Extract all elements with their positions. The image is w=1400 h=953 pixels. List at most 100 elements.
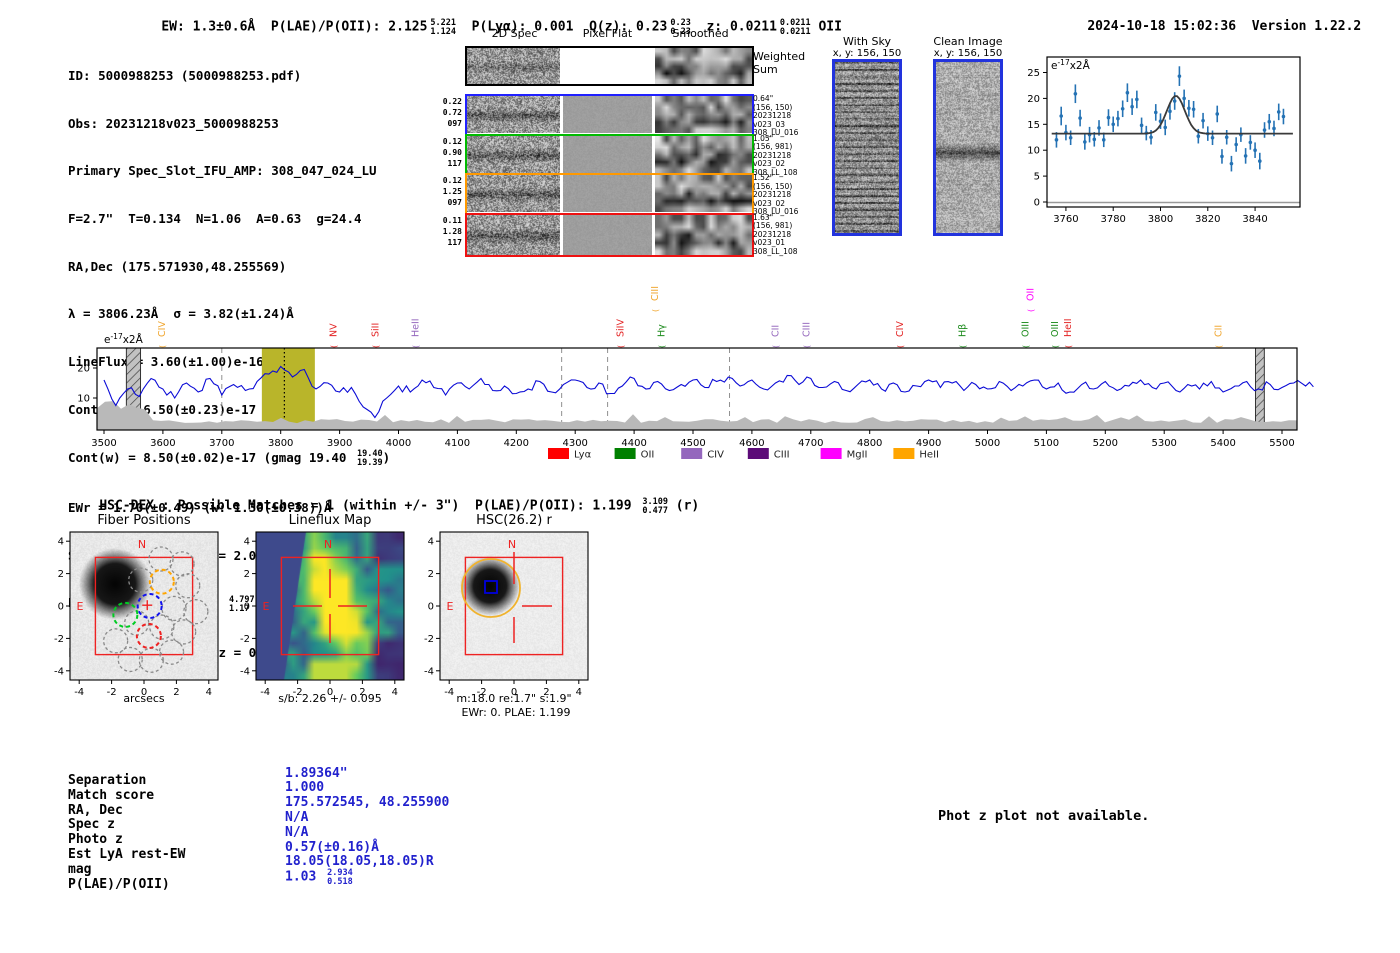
zoom-data-point [1248, 140, 1253, 145]
spec2d-pixelflat-panel [563, 135, 652, 173]
zoom-xtick-label: 3780 [1100, 214, 1125, 225]
line-label-bracket: ( [1026, 309, 1035, 312]
zoom-data-point [1106, 115, 1111, 120]
spec2d-pixelflat-panel [563, 96, 652, 133]
legend-swatch-heii [893, 448, 915, 459]
legend-label-lyα: Lyα [574, 450, 592, 461]
zoom-data-point [1172, 99, 1177, 103]
line-label-ciii: CIII [650, 286, 661, 301]
line-label-oii: OII [1025, 288, 1036, 301]
zoom-data-point [1229, 161, 1234, 166]
obs-line: Obs: 20231218v023_5000988253 [68, 115, 279, 131]
spec2d-row-left-label: 0.12 0.90 117 [442, 136, 462, 168]
zoom-data-point [1243, 154, 1248, 158]
zoom-ytick-label: 5 [1034, 172, 1040, 183]
spec2d-2dspec-panel [467, 175, 560, 212]
spec2d-smoothed-panel [655, 214, 752, 255]
spectrum-xtick-label: 4700 [798, 438, 823, 449]
zoom-data-point [1073, 91, 1078, 96]
lineflux-line: LineFlux = 3.60(±1.00)e-16 [68, 354, 264, 370]
spectrum-xtick-label: 4800 [857, 438, 882, 449]
cutout-xlabel2-2: EWr: 0. PLAE: 1.199 [461, 706, 570, 719]
spec2d-row-1 [465, 94, 754, 136]
spec2d-row-right-label: 1.05" (156, 981) 20231218 v023_02 308_LL_108 [753, 133, 798, 177]
fiber-positions-image [70, 532, 218, 680]
elixer-report: EW: 1.3±0.6Å P(LAE)/P(OII): 2.125 5.221 1.… [0, 0, 1400, 953]
zoom-xtick-label: 3840 [1242, 214, 1267, 225]
cutout-ytick: 0 [428, 602, 434, 613]
line-label-bracket: ( [959, 345, 968, 348]
spec2d-row-right-label: 1.52" (156, 150) 20231218 v023_02 308_LU_016 [753, 173, 799, 217]
spec2d-row-right-label: 0.64" (156, 150) 20231218 v023_03 308_LU_016 [753, 94, 799, 138]
cutout-ytick: -4 [54, 666, 64, 677]
zoom-ytick-label: 0 [1034, 198, 1040, 209]
hsc-match-header: HSC-DEX : Possible Matches = 1 (within +… [99, 497, 700, 516]
cutout-ytick: 2 [58, 569, 64, 580]
cutout-xtick: 2 [543, 687, 549, 698]
line-label-heii: HeII [410, 318, 421, 337]
match-row-label: RA, Dec [68, 802, 123, 818]
stamp-title-0: With Sky [843, 35, 891, 48]
line-label-bracket: ( [1064, 345, 1073, 348]
legend-swatch-ciii [747, 448, 769, 459]
contw-line: Cont(w) = 8.50(±0.02)e-17 (gmag 19.40 19… [68, 449, 391, 469]
spec2d-pixelflat-panel [563, 48, 652, 84]
legend-swatch-mgii [820, 448, 842, 459]
zoom-data-point [1215, 112, 1220, 116]
cutout-ytick: -2 [54, 634, 64, 645]
line-label-oiii: OIII [1050, 321, 1061, 337]
match-row-label: P(LAE)/P(OII) [68, 876, 170, 892]
zoom-gaussian-fit [1051, 95, 1293, 135]
cutout-ytick: -2 [424, 634, 434, 645]
match-row-label: Photo z [68, 832, 123, 848]
zoom-data-point [1135, 97, 1139, 102]
cutout-ytick: 4 [58, 537, 64, 548]
spec2d-smoothed-panel [655, 135, 752, 173]
spectrum-xtick-label: 5500 [1269, 438, 1294, 449]
line-label-cii: CII [770, 325, 781, 337]
zoom-data-point [1220, 154, 1224, 159]
spec2d-row-left-label: 0.11 1.28 117 [442, 215, 462, 247]
stamp-coords-1: x, y: 156, 150 [933, 48, 1003, 59]
timestamp: 2024-10-18 15:02:36 [1087, 19, 1237, 34]
spec2d-row-left-label: 0.12 1.25 097 [442, 176, 462, 207]
match-row-value: 18.05(18.05,18.05)R [285, 854, 434, 870]
spec2d-pixelflat-panel [563, 175, 652, 212]
zoom-data-point [1144, 131, 1149, 135]
zoom-data-point [1239, 132, 1243, 137]
spectrum-xtick-label: 5400 [1210, 438, 1235, 449]
stamp-image-0 [832, 59, 902, 236]
legend-label-heii: HeII [919, 450, 939, 461]
line-label-bracket: ( [1051, 345, 1060, 348]
match-row-value: 1.89364" [285, 765, 348, 781]
zoom-data-point [1158, 119, 1163, 123]
zoom-data-point [1281, 114, 1286, 119]
match-row-label: Est LyA rest-EW [68, 847, 186, 862]
line-label-siiv: SiIV [615, 319, 626, 337]
line-label-cii: CII [1213, 325, 1224, 337]
zoom-data-point [1196, 134, 1201, 139]
spec2d-weighted-sum-label: Weighted Sum [753, 50, 806, 76]
spec2d-2dspec-panel [467, 135, 560, 173]
line-label-bracket: ( [658, 345, 667, 348]
zoom-data-point [1125, 90, 1130, 95]
cutout-xtick: -4 [444, 687, 454, 698]
ew-value: EW: 1.3±0.6Å [161, 19, 256, 35]
zoom-data-point [1205, 131, 1210, 136]
line-label-ciii: CIII [802, 322, 813, 337]
stamp-image-1 [933, 59, 1003, 236]
spec2d-smoothed-panel [655, 175, 752, 212]
match-row-value: 175.572545, 48.255900 [285, 795, 450, 811]
zoom-data-point [1083, 140, 1087, 144]
zoom-data-point [1163, 125, 1168, 130]
line-label-heii: HeII [1063, 318, 1074, 337]
zoom-xtick-label: 3760 [1053, 214, 1078, 225]
zoom-ytick-label: 20 [1027, 94, 1040, 105]
zoom-data-point [1187, 106, 1191, 111]
line-label-hγ: Hγ [657, 324, 668, 337]
zoom-plot-frame [1046, 56, 1301, 208]
zoom-data-point [1267, 119, 1272, 124]
match-row-label: mag [68, 861, 92, 877]
zoom-data-point [1201, 118, 1205, 123]
cutout-xlabel-1: s/b: 2.26 +/- 0.095 [278, 692, 382, 705]
